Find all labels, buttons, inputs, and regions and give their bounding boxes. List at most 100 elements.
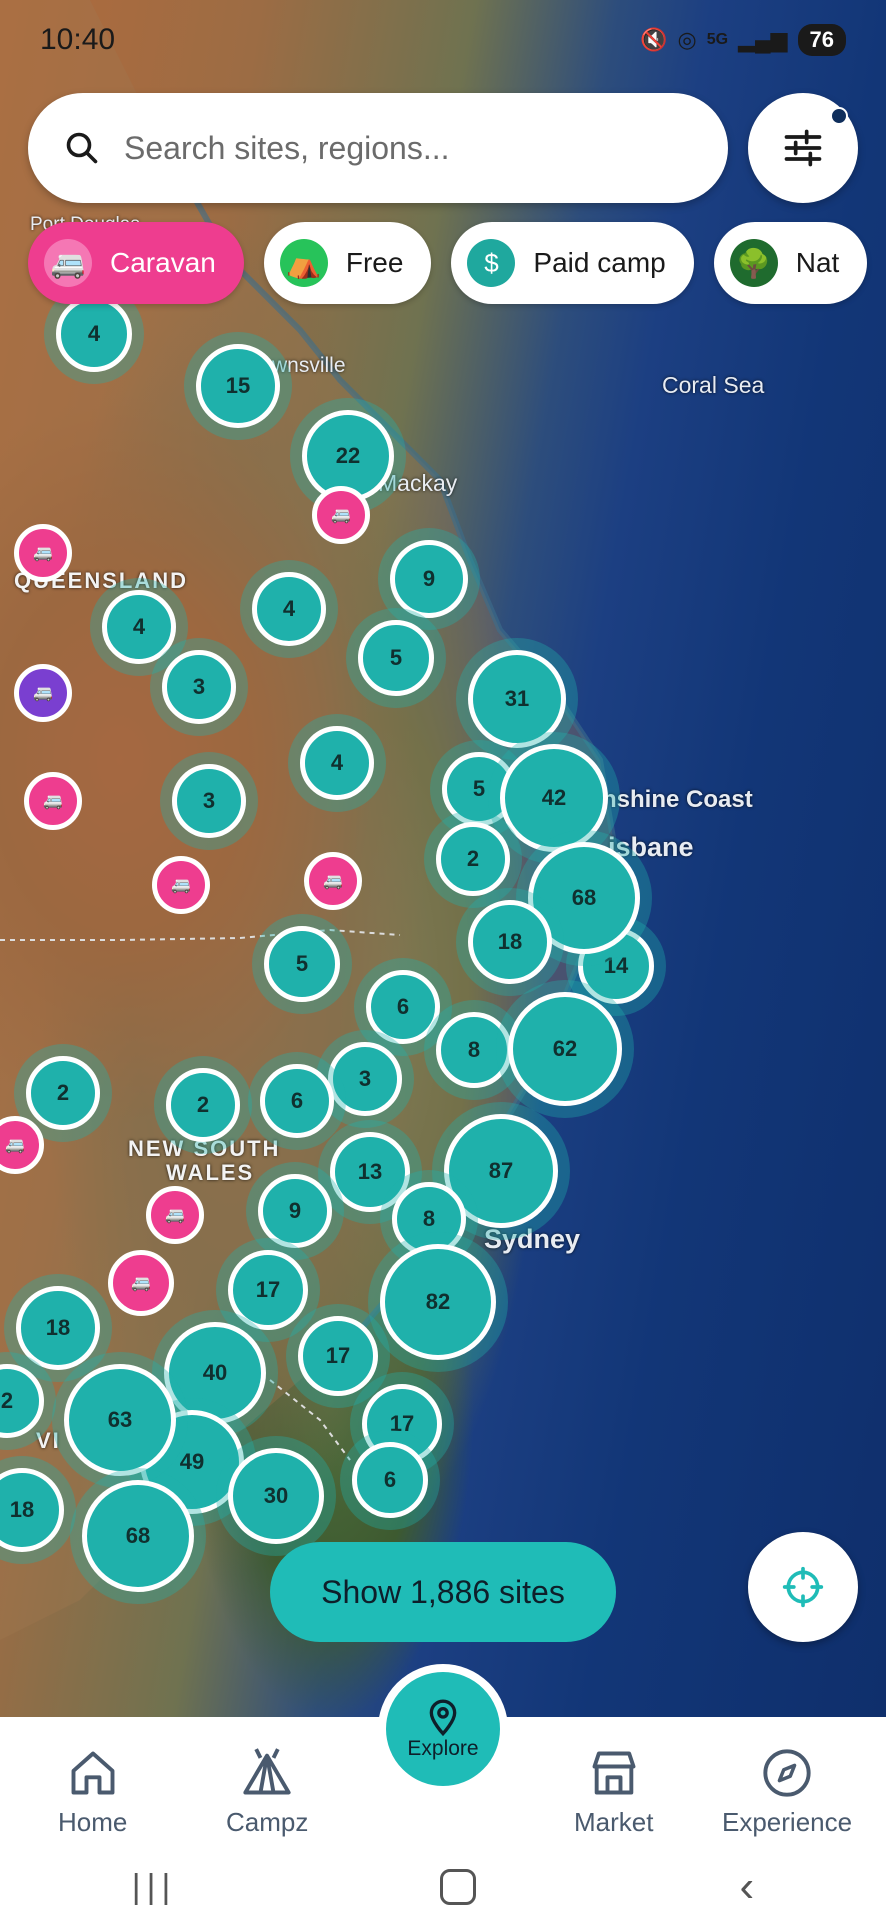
recent-apps-button[interactable]: ||| (132, 1868, 177, 1907)
search-icon (66, 132, 98, 164)
site-cluster[interactable]: 82 (380, 1244, 496, 1360)
caravan-icon: 🚐 (131, 1275, 151, 1292)
site-cluster[interactable]: 30 (228, 1448, 324, 1544)
site-cluster[interactable]: 63 (64, 1364, 176, 1476)
nav-label: Home (58, 1807, 128, 1837)
site-cluster[interactable]: 2 (26, 1056, 100, 1130)
caravan-pin[interactable]: 🚐 (152, 856, 210, 914)
filter-active-dot (830, 107, 848, 125)
site-cluster[interactable]: 4 (102, 590, 176, 664)
filter-button[interactable] (748, 93, 858, 203)
site-cluster[interactable]: 2 (166, 1068, 240, 1142)
site-cluster[interactable]: 3 (172, 764, 246, 838)
caravan-pin[interactable]: 🚐 (108, 1250, 174, 1316)
map-label-townsville: wnsville (272, 354, 346, 377)
tent-icon (243, 1748, 291, 1795)
caravan-icon: 🚐 (33, 545, 53, 562)
dollar-icon: $ (467, 239, 516, 287)
site-cluster[interactable]: 9 (390, 540, 468, 618)
caravan-pin[interactable]: 🚐 (14, 524, 72, 582)
crosshair-icon (782, 1566, 824, 1608)
map-label-coral-sea: Coral Sea (662, 372, 765, 398)
nav-label: Market (574, 1807, 654, 1837)
location-pin-icon (429, 1699, 457, 1737)
site-cluster[interactable]: 17 (298, 1316, 378, 1396)
chip-paid-camp[interactable]: $ Paid camp (451, 222, 694, 304)
dump-point-icon: 🚐 (33, 685, 53, 702)
chip-label: Caravan (110, 247, 216, 278)
nav-campz[interactable]: Campz (226, 1747, 308, 1838)
caravan-icon: 🚐 (44, 239, 92, 287)
site-cluster[interactable]: 6 (352, 1442, 428, 1518)
map-label-nsw-line2: WALES (166, 1160, 255, 1185)
chip-free[interactable]: ⛺ Free (263, 222, 432, 304)
chip-caravan[interactable]: 🚐 Caravan (28, 222, 244, 304)
site-cluster[interactable]: 3 (328, 1042, 402, 1116)
search-input[interactable]: Search sites, regions... (28, 93, 728, 203)
mute-icon: 🔇 (640, 27, 668, 52)
caravan-pin[interactable]: 🚐 (312, 486, 370, 544)
site-cluster[interactable]: 5 (358, 620, 434, 696)
search-placeholder: Search sites, regions... (124, 129, 450, 166)
nav-label: Experience (722, 1807, 853, 1837)
signal-icon: ▂▄▆ (738, 27, 788, 52)
site-cluster[interactable]: 18 (468, 900, 552, 984)
caravan-icon: 🚐 (331, 507, 351, 524)
nav-experience[interactable]: Experience (722, 1747, 852, 1838)
caravan-pin[interactable]: 🚐 (146, 1186, 204, 1244)
sliders-icon (784, 129, 822, 167)
nav-explore[interactable]: Explore (378, 1664, 508, 1794)
site-cluster[interactable]: 68 (82, 1480, 194, 1592)
site-cluster[interactable]: 4 (56, 296, 132, 372)
site-cluster[interactable]: 6 (366, 970, 440, 1044)
status-bar: 10:40 🔇 ◎ 5G ▂▄▆ 76 (0, 0, 886, 80)
store-icon (592, 1751, 636, 1795)
site-cluster[interactable]: 4 (252, 572, 326, 646)
site-cluster[interactable]: 4 (300, 726, 374, 800)
nav-label: Explore (407, 1737, 479, 1760)
tree-icon: 🌳 (729, 239, 778, 287)
nav-market[interactable]: Market (574, 1747, 653, 1838)
network-type: 5G (706, 31, 729, 48)
status-time: 10:40 (40, 23, 116, 56)
chip-national-park[interactable]: 🌳 Nat (713, 222, 868, 304)
caravan-icon: 🚐 (171, 877, 191, 894)
site-cluster[interactable]: 42 (500, 744, 608, 852)
caravan-icon: 🚐 (323, 873, 343, 890)
chip-label: Nat (795, 247, 840, 278)
site-cluster[interactable]: 31 (468, 650, 566, 748)
nav-label: Campz (226, 1807, 309, 1837)
site-cluster[interactable]: 5 (264, 926, 340, 1002)
site-cluster[interactable]: 6 (260, 1064, 334, 1138)
my-location-button[interactable] (748, 1532, 858, 1642)
nav-home[interactable]: Home (58, 1747, 127, 1838)
home-button[interactable] (439, 1869, 476, 1905)
caravan-icon: 🚐 (43, 793, 63, 810)
tent-icon: ⛺ (279, 239, 328, 287)
system-navigation: ||| ‹ (0, 1862, 886, 1912)
dump-point-pin[interactable]: 🚐 (14, 664, 72, 722)
site-cluster[interactable]: 2 (436, 822, 510, 896)
site-cluster[interactable]: 9 (258, 1174, 332, 1248)
back-button[interactable]: ‹ (740, 1862, 755, 1912)
caravan-pin[interactable]: 🚐 (304, 852, 362, 910)
site-cluster[interactable]: 3 (162, 650, 236, 724)
chip-label: Free (345, 247, 404, 278)
caravan-icon: 🚐 (5, 1137, 25, 1154)
show-sites-button[interactable]: Show 1,886 sites (270, 1542, 616, 1642)
map-label-sunshine-coast: nshine Coast (602, 786, 753, 813)
map-label-sydney: Sydney (484, 1224, 581, 1254)
site-cluster[interactable]: 18 (16, 1286, 100, 1370)
site-cluster[interactable]: 8 (436, 1012, 512, 1088)
map-label-vic: VI (36, 1428, 61, 1453)
caravan-icon: 🚐 (165, 1207, 185, 1224)
site-cluster[interactable]: 40 (164, 1322, 266, 1424)
compass-icon (763, 1749, 811, 1797)
hotspot-icon: ◎ (677, 27, 697, 52)
chip-label: Paid camp (533, 247, 666, 278)
filter-chips: 🚐 Caravan ⛺ Free $ Paid camp 🌳 Nat (28, 222, 868, 304)
site-cluster[interactable]: 15 (196, 344, 280, 428)
site-cluster[interactable]: 62 (508, 992, 622, 1106)
caravan-pin[interactable]: 🚐 (24, 772, 82, 830)
site-cluster[interactable]: 17 (228, 1250, 308, 1330)
